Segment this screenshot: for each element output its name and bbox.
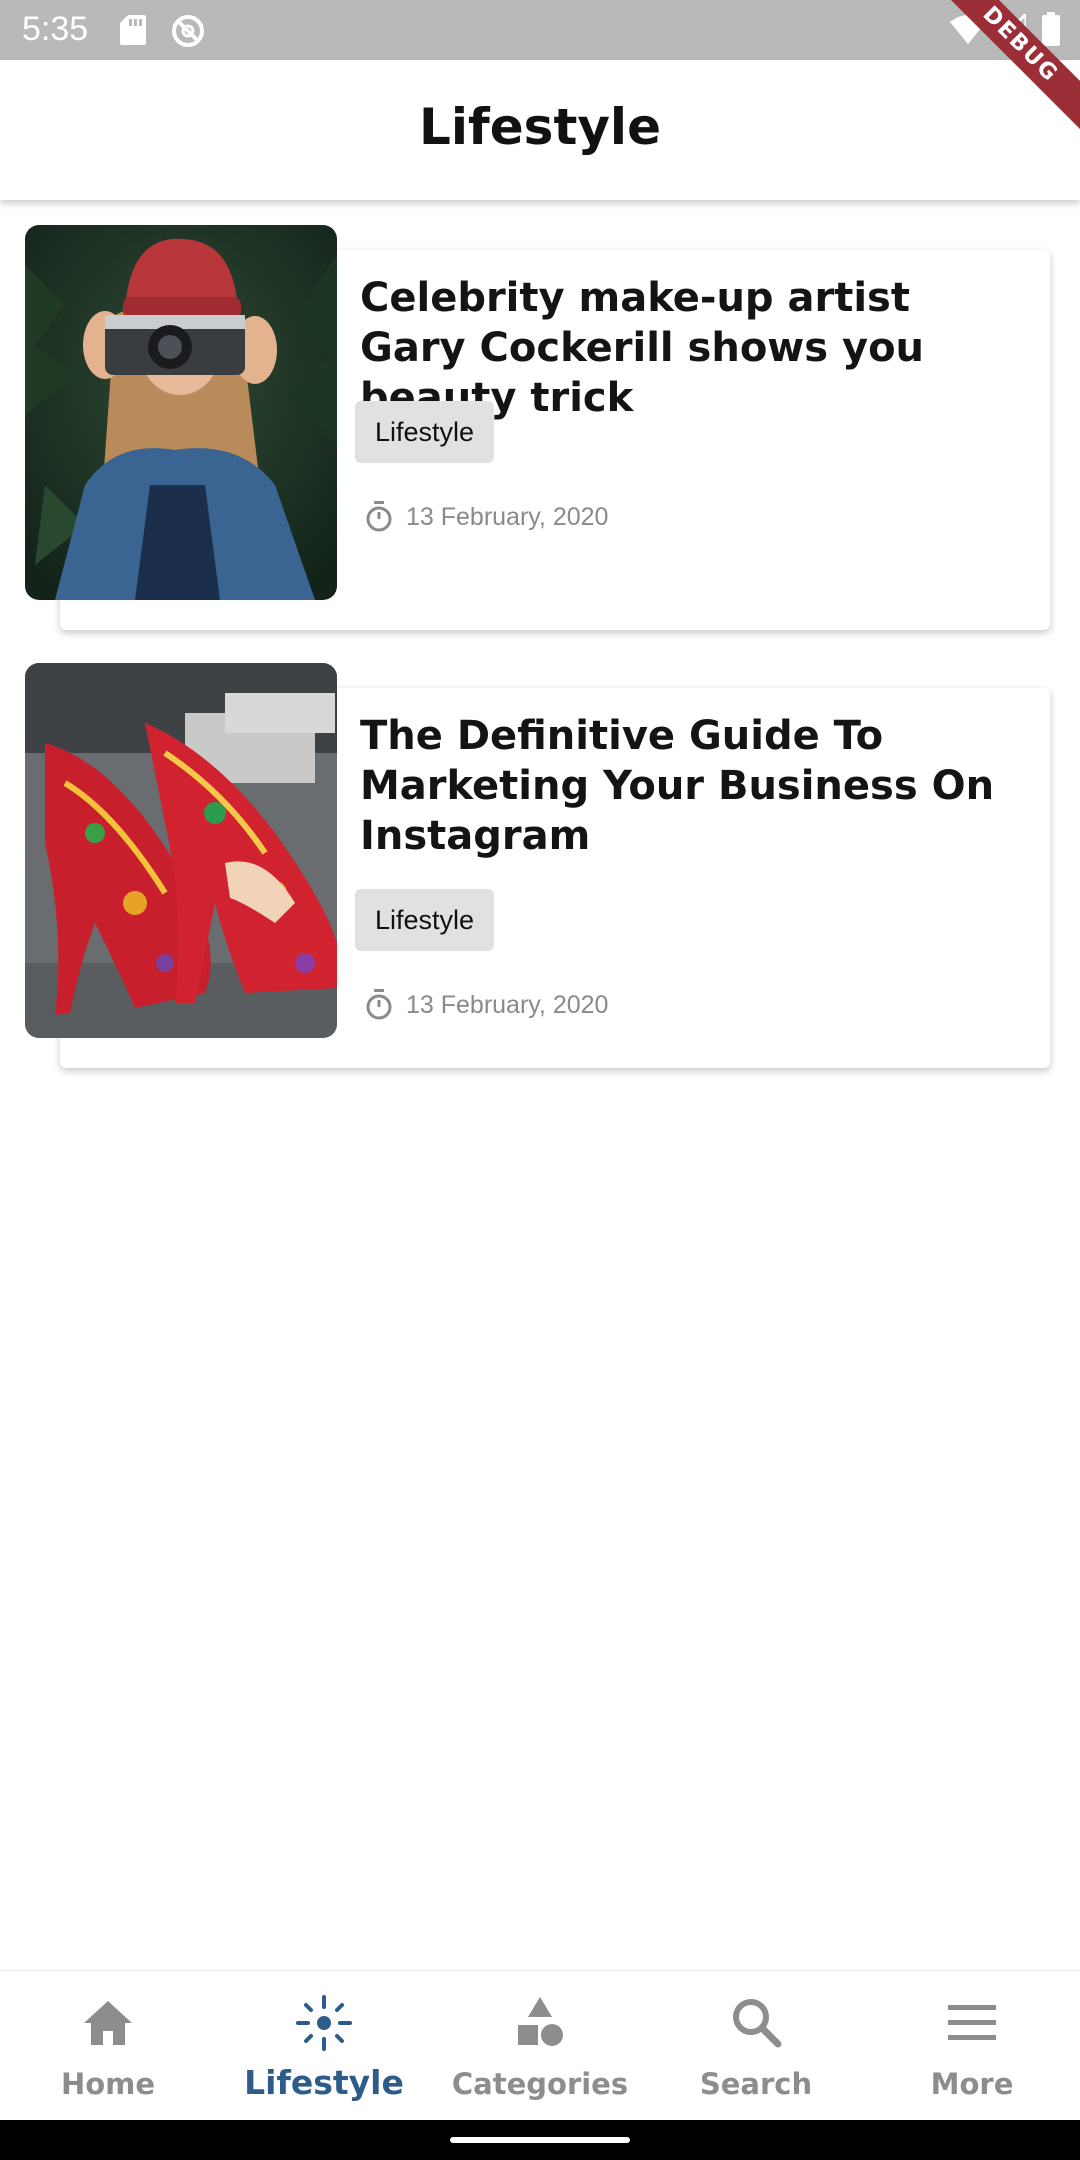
category-tag[interactable]: Lifestyle [355, 889, 495, 951]
nav-item-home[interactable]: Home [0, 1971, 216, 2121]
status-time: 5:35 [22, 10, 89, 48]
date-row: 13 February, 2020 [364, 497, 608, 537]
timer-icon [366, 989, 392, 1020]
home-icon [84, 2001, 132, 2045]
sd-card-icon [120, 15, 146, 45]
page-title: Lifestyle [419, 98, 661, 156]
nav-label-lifestyle: Lifestyle [244, 2063, 404, 2102]
nav-label-search: Search [699, 2067, 813, 2101]
sync-icon [172, 15, 204, 47]
nav-item-lifestyle[interactable]: Lifestyle [216, 1971, 432, 2121]
nav-label-more: More [930, 2067, 1014, 2101]
search-icon [733, 1999, 782, 2048]
shapes-icon [518, 1997, 563, 2046]
nav-label-home: Home [60, 2067, 156, 2101]
article-date: 13 February, 2020 [406, 990, 609, 1019]
article-title[interactable]: The Definitive Guide To Marketing Your B… [360, 711, 1020, 861]
system-gesture-bar [0, 2120, 1080, 2160]
sun-icon [296, 1995, 352, 2051]
home-gesture-handle[interactable] [450, 2137, 630, 2143]
article-card[interactable]: Celebrity make-up artist Gary Cockerill … [0, 225, 1080, 665]
bottom-navigation: Home Lifestyle Categories Search More [0, 1970, 1080, 2120]
nav-item-search[interactable]: Search [648, 1971, 864, 2121]
article-image-woman-with-camera[interactable] [25, 225, 337, 600]
app-bar: Lifestyle [0, 60, 1080, 200]
nav-label-categories: Categories [451, 2067, 629, 2101]
nav-item-categories[interactable]: Categories [432, 1971, 648, 2121]
battery-icon [1042, 12, 1060, 46]
article-card[interactable]: The Definitive Guide To Marketing Your B… [0, 663, 1080, 1103]
menu-icon [948, 2005, 996, 2040]
nav-item-more[interactable]: More [864, 1971, 1080, 2121]
timer-icon [366, 501, 392, 532]
category-tag[interactable]: Lifestyle [355, 401, 495, 463]
date-row: 13 February, 2020 [364, 985, 608, 1025]
article-image-floral-high-heels[interactable] [25, 663, 337, 1038]
article-date: 13 February, 2020 [406, 502, 609, 531]
status-bar: 5:35 [0, 0, 1080, 60]
